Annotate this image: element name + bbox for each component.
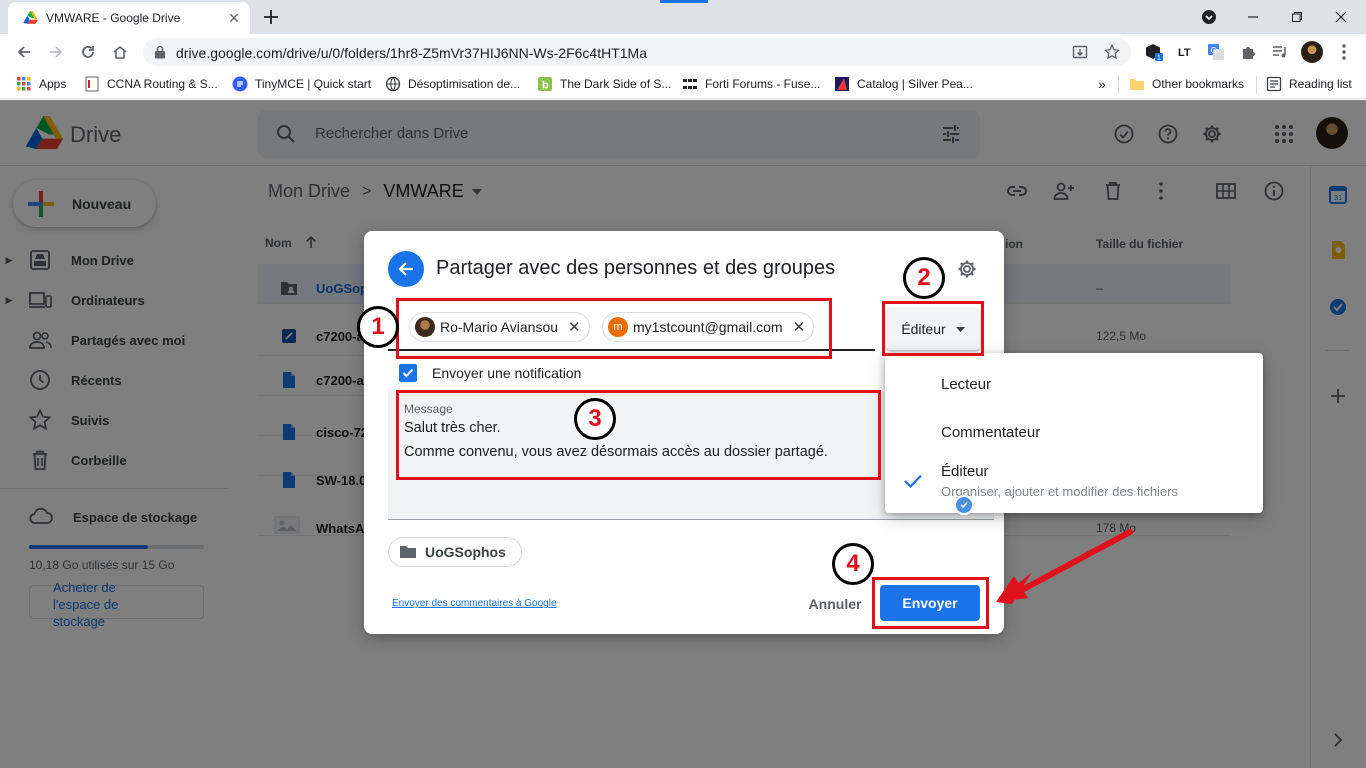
bookmark-forti[interactable]: Forti Forums - Fuse... (682, 76, 820, 92)
forward-arrow-icon[interactable] (46, 42, 66, 62)
tab-indicator (660, 0, 708, 3)
feedback-link[interactable]: Envoyer des commentaires à Google (392, 598, 557, 609)
bookmark-catalog[interactable]: Catalog | Silver Pea... (834, 76, 973, 92)
home-icon[interactable] (110, 42, 130, 62)
shared-item-chip: UoGSophos (388, 537, 522, 567)
minimize-icon[interactable] (1242, 6, 1264, 28)
chrome-menu-icon[interactable] (1334, 42, 1354, 62)
bookmark-darkside[interactable]: b The Dark Side of S... (537, 76, 671, 92)
folder-icon (400, 546, 416, 558)
drive-favicon-icon (23, 11, 38, 24)
annotation-arrow-icon (996, 529, 1133, 604)
profile-avatar[interactable] (1301, 41, 1323, 63)
annotation-box-message (396, 390, 881, 480)
role-option-commenter[interactable]: Commentateur (941, 424, 1040, 441)
annotation-box-recipients (396, 298, 832, 359)
tab-close-icon[interactable]: ✕ (226, 10, 242, 26)
role-option-description: Organiser, ajouter et modifier des fichi… (941, 484, 1178, 499)
annotation-step-number: 3 (574, 398, 616, 440)
share-settings-gear-icon[interactable] (956, 258, 978, 280)
bookmarks-divider (1256, 76, 1257, 94)
bookmark-desoptimisation[interactable]: Désoptimisation de... (385, 76, 520, 92)
notify-label[interactable]: Envoyer une notification (432, 365, 581, 381)
lock-icon[interactable] (154, 45, 166, 59)
role-option-viewer[interactable]: Lecteur (941, 376, 991, 393)
browser-tab[interactable]: VMWARE - Google Drive ✕ (8, 2, 250, 34)
svg-text:LT: LT (1178, 47, 1191, 59)
silverpeak-icon (835, 77, 849, 91)
bookmark-ccna[interactable]: CCNA Routing & S... (84, 76, 218, 92)
fortinet-icon (683, 79, 697, 89)
checkmark-icon (960, 501, 968, 509)
svg-text:1: 1 (1157, 55, 1161, 62)
selected-check-icon (904, 474, 922, 489)
reload-icon[interactable] (78, 42, 98, 62)
extensions-puzzle-icon[interactable] (1238, 42, 1258, 62)
media-control-icon[interactable] (1270, 42, 1290, 62)
new-tab-icon[interactable] (262, 8, 280, 26)
more-bookmarks-chevron[interactable]: » (1098, 76, 1106, 92)
install-app-icon[interactable] (1072, 44, 1088, 60)
languagetool-icon[interactable]: LT (1176, 42, 1196, 62)
back-button[interactable] (388, 251, 424, 287)
annotation-step-number: 2 (903, 257, 945, 299)
svg-text:b: b (542, 80, 549, 92)
bookmark-apps[interactable]: Apps (16, 76, 66, 92)
tinymce-icon (232, 76, 248, 92)
translate-icon[interactable]: G (1206, 42, 1226, 62)
annotation-box-role (882, 301, 984, 356)
back-arrow-icon[interactable] (14, 42, 34, 62)
apps-grid-icon (17, 77, 31, 91)
bookmark-tinymce[interactable]: TinyMCE | Quick start (232, 76, 371, 92)
reading-list-button[interactable]: Reading list (1266, 76, 1352, 92)
cursor-indicator (954, 495, 974, 515)
svg-text:G: G (1211, 46, 1217, 55)
annotation-step-number: 1 (357, 306, 399, 348)
bookmark-other[interactable]: Other bookmarks (1129, 76, 1244, 92)
cancel-button[interactable]: Annuler (800, 588, 870, 620)
checkmark-icon (402, 368, 414, 378)
close-window-icon[interactable] (1330, 6, 1352, 28)
url-text[interactable]: drive.google.com/drive/u/0/folders/1hr8-… (176, 45, 647, 61)
dialog-title: Partager avec des personnes et des group… (436, 257, 836, 279)
document-icon (85, 76, 99, 92)
bookmarks-divider (1118, 76, 1119, 94)
reading-list-icon (1266, 76, 1282, 92)
role-option-editor[interactable]: Éditeur (941, 463, 989, 480)
back-arrow-icon (398, 262, 413, 276)
bookmark-star-icon[interactable] (1104, 44, 1120, 60)
annotation-step-number: 4 (832, 543, 874, 585)
folder-icon (1130, 79, 1144, 90)
globe-icon (385, 76, 401, 92)
notify-checkbox[interactable] (399, 364, 417, 382)
maximize-icon[interactable] (1286, 6, 1308, 28)
site-logo-icon: b (538, 77, 552, 92)
annotation-box-send (872, 577, 989, 629)
tab-title: VMWARE - Google Drive (46, 11, 181, 25)
extension-cube-icon[interactable]: 1 (1144, 42, 1164, 62)
profile-menu-icon[interactable] (1198, 6, 1220, 28)
